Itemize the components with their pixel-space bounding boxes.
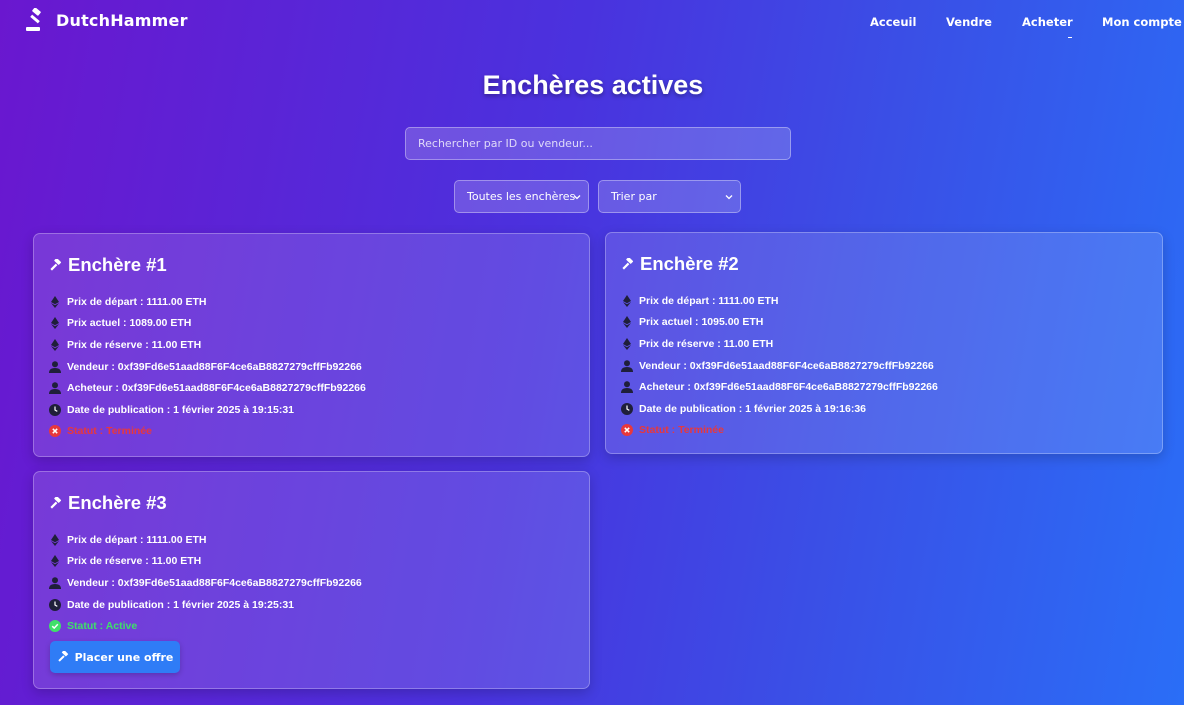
sort-select[interactable]: Trier par: [598, 180, 741, 213]
nav-link-accueil[interactable]: Acceuil: [870, 15, 916, 29]
user-icon: [49, 360, 61, 373]
sort-value: Trier par: [611, 190, 657, 203]
place-bid-label: Placer une offre: [74, 650, 174, 664]
x-circle-icon: [49, 425, 61, 438]
starting-price: Prix de départ : 1111.00 ETH: [49, 291, 366, 313]
auction-card-3: Enchère #3 Prix de départ : 1111.00 ETH …: [33, 471, 590, 689]
auction-title-text: Enchère #2: [640, 253, 739, 274]
publication-date: Date de publication : 1 février 2025 à 1…: [49, 594, 362, 616]
place-bid-button[interactable]: Placer une offre: [50, 641, 180, 673]
publication-date: Date de publication : 1 février 2025 à 1…: [49, 399, 366, 421]
ethereum-icon: [623, 294, 631, 307]
user-icon: [621, 359, 633, 372]
clock-icon: [621, 402, 633, 415]
search-input[interactable]: [405, 127, 791, 160]
ethereum-icon: [51, 295, 59, 308]
hammer-icon: [50, 496, 62, 509]
status-filter-select[interactable]: Toutes les enchères: [454, 180, 589, 213]
status-filter-value: Toutes les enchères: [467, 190, 576, 203]
auction-title-text: Enchère #3: [68, 492, 167, 513]
ethereum-icon: [623, 316, 631, 329]
reserve-price: Prix de réserve : 11.00 ETH: [49, 551, 362, 573]
check-circle-icon: [49, 620, 61, 633]
nav-link-acheter[interactable]: Acheter: [1022, 15, 1073, 29]
seller: Vendeur : 0xf39Fd6e51aad88F6F4ce6aB88272…: [49, 572, 362, 594]
reserve-price: Prix de réserve : 11.00 ETH: [621, 333, 938, 355]
auction-title: Enchère #2: [621, 253, 739, 275]
clock-icon: [49, 598, 61, 611]
ethereum-icon: [51, 338, 59, 351]
user-icon: [621, 381, 633, 394]
nav-links: Acceuil Vendre Acheter Mon compte: [2, 15, 1184, 35]
auction-card-2: Enchère #2 Prix de départ : 1111.00 ETH …: [605, 232, 1163, 454]
auction-title-text: Enchère #1: [68, 254, 167, 275]
auction-title: Enchère #1: [49, 254, 167, 276]
user-icon: [49, 382, 61, 395]
starting-price: Prix de départ : 1111.00 ETH: [621, 290, 938, 312]
ethereum-icon: [51, 533, 59, 546]
current-price: Prix actuel : 1095.00 ETH: [621, 312, 938, 334]
reserve-price: Prix de réserve : 11.00 ETH: [49, 334, 366, 356]
clock-icon: [49, 403, 61, 416]
nav-link-vendre[interactable]: Vendre: [946, 15, 992, 29]
auction-details: Prix de départ : 1111.00 ETH Prix actuel…: [621, 290, 938, 441]
navbar: DutchHammer Acceuil Vendre Acheter Mon c…: [2, 0, 1184, 44]
user-icon: [49, 577, 61, 589]
page-title: Enchères actives: [482, 70, 704, 100]
hammer-icon: [50, 258, 62, 271]
hammer-icon: [622, 257, 634, 270]
auction-card-1: Enchère #1 Prix de départ : 1111.00 ETH …: [33, 233, 590, 457]
ethereum-icon: [623, 337, 631, 350]
starting-price: Prix de départ : 1111.00 ETH: [49, 529, 362, 551]
auction-details: Prix de départ : 1111.00 ETH Prix de rés…: [49, 529, 362, 637]
status-badge: Statut : Terminée: [621, 420, 938, 442]
page: DutchHammer Acceuil Vendre Acheter Mon c…: [2, 0, 1184, 705]
status-badge: Statut : Terminée: [49, 421, 366, 443]
ethereum-icon: [51, 555, 59, 568]
hammer-icon: [57, 651, 68, 662]
auction-details: Prix de départ : 1111.00 ETH Prix actuel…: [49, 291, 366, 442]
nav-link-mon-compte[interactable]: Mon compte: [1102, 15, 1182, 29]
chevron-down-icon: [725, 195, 733, 200]
buyer: Acheteur : 0xf39Fd6e51aad88F6F4ce6aB8827…: [621, 376, 938, 398]
seller: Vendeur : 0xf39Fd6e51aad88F6F4ce6aB88272…: [49, 356, 366, 378]
current-price: Prix actuel : 1089.00 ETH: [49, 313, 366, 335]
x-circle-icon: [621, 424, 633, 437]
nav-active-indicator: [1068, 37, 1072, 38]
auction-title: Enchère #3: [49, 492, 167, 514]
seller: Vendeur : 0xf39Fd6e51aad88F6F4ce6aB88272…: [621, 355, 938, 377]
ethereum-icon: [51, 317, 59, 330]
publication-date: Date de publication : 1 février 2025 à 1…: [621, 398, 938, 420]
buyer: Acheteur : 0xf39Fd6e51aad88F6F4ce6aB8827…: [49, 377, 366, 399]
chevron-down-icon: [573, 195, 581, 200]
status-badge: Statut : Active: [49, 615, 362, 637]
